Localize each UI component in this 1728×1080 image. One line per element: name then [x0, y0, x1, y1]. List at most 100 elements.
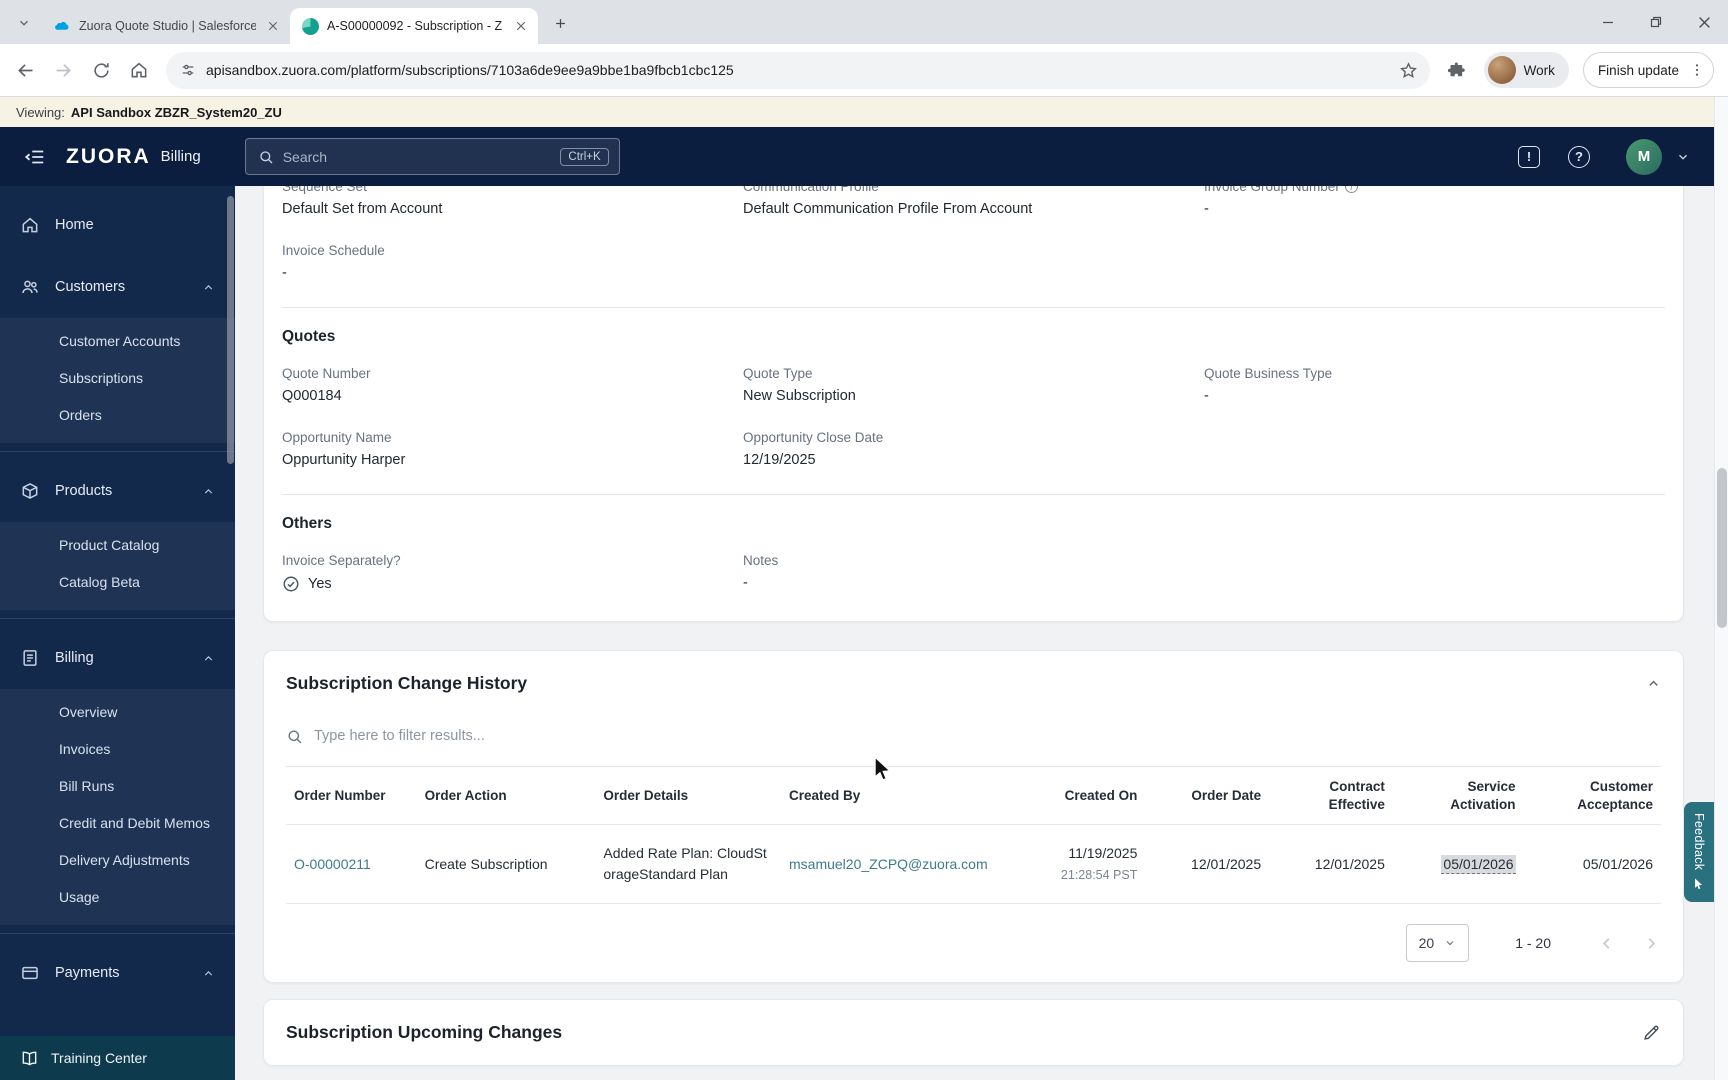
extensions-button[interactable] — [1440, 53, 1474, 87]
field-value: Default Set from Account — [282, 201, 443, 217]
field-label: Sequence Set — [282, 186, 367, 194]
finish-update-button[interactable]: Finish update — [1582, 52, 1714, 88]
sidebar-item-home[interactable]: Home — [0, 194, 235, 256]
sidebar-item-invoices[interactable]: Invoices — [0, 730, 235, 767]
tab-title: A-S00000092 - Subscription - Z — [327, 19, 503, 33]
main-content: Sequence Set Default Set from Account Co… — [235, 186, 1714, 1080]
banner-environment-name: API Sandbox ZBZR_System20_ZU — [70, 104, 282, 120]
previous-page-button[interactable] — [1597, 934, 1616, 953]
sidebar-divider — [0, 451, 235, 452]
zuora-logo[interactable]: ZUORA — [66, 145, 151, 169]
history-table: Order Number Order Action Order Details … — [286, 765, 1661, 905]
history-filter-input[interactable] — [314, 728, 1661, 744]
field-value: Yes — [308, 576, 332, 592]
bookmark-star-icon[interactable] — [1399, 61, 1418, 80]
kebab-menu-icon[interactable] — [1689, 62, 1705, 78]
environment-banner: Viewing: API Sandbox ZBZR_System20_ZU — [0, 97, 1714, 127]
help-icon[interactable]: ? — [1568, 145, 1590, 168]
menu-fold-icon — [24, 150, 44, 163]
column-header: Created On — [1021, 765, 1146, 826]
sidebar-item-usage[interactable]: Usage — [0, 878, 235, 915]
back-arrow-icon — [17, 63, 32, 77]
sidebar-item-products[interactable]: Products — [0, 460, 235, 522]
sidebar-item-overview[interactable]: Overview — [0, 693, 235, 730]
sidebar-group-billing: Overview Invoices Bill Runs Credit and D… — [0, 689, 235, 925]
home-button[interactable] — [122, 53, 156, 87]
sidebar-collapse-button[interactable] — [24, 146, 46, 168]
back-button[interactable] — [8, 53, 42, 87]
check-circle-icon — [283, 576, 299, 592]
column-header: Order Date — [1145, 765, 1270, 826]
sidebar-item-payments[interactable]: Payments — [0, 942, 235, 1004]
browser-tabstrip: Zuora Quote Studio | Salesforce A-S00000… — [0, 0, 1728, 44]
search-input[interactable] — [282, 148, 552, 165]
profile-menu-caret[interactable] — [1676, 150, 1690, 164]
info-icon[interactable]: i — [1344, 186, 1358, 193]
field-label: Communication Profile — [743, 186, 879, 194]
address-bar[interactable]: apisandbox.zuora.com/platform/subscripti… — [166, 51, 1430, 89]
page-scrollbar-thumb[interactable] — [1717, 468, 1727, 628]
forward-button[interactable] — [46, 53, 80, 87]
field-value: - — [1204, 388, 1209, 404]
order-number-link[interactable]: O-00000211 — [294, 856, 371, 872]
tab-search-button[interactable] — [10, 9, 38, 37]
tab-close-icon[interactable] — [264, 17, 282, 35]
browser-tab-salesforce[interactable]: Zuora Quote Studio | Salesforce — [42, 8, 290, 44]
sidebar-scrollbar[interactable] — [227, 196, 234, 464]
order-action-cell: Create Subscription — [416, 824, 596, 905]
chevron-right-icon — [1648, 937, 1656, 949]
chevron-up-icon — [202, 967, 215, 980]
new-tab-button[interactable] — [546, 9, 574, 37]
quotes-section-title: Quotes — [282, 328, 336, 345]
global-search[interactable]: Ctrl+K — [244, 138, 620, 175]
reload-button[interactable] — [84, 53, 118, 87]
edit-button[interactable] — [1642, 1023, 1661, 1042]
order-details-cell: Added Rate Plan: CloudStorageStandard Pl… — [595, 824, 781, 905]
sidebar-item-product-catalog[interactable]: Product Catalog — [0, 526, 235, 563]
release-notes-icon[interactable]: ! — [1518, 145, 1540, 168]
sidebar-item-delivery-adjustments[interactable]: Delivery Adjustments — [0, 841, 235, 878]
sidebar-item-label: Products — [55, 483, 113, 499]
sidebar-item-billing[interactable]: Billing — [0, 627, 235, 689]
browser-tab-zuora-active[interactable]: A-S00000092 - Subscription - Z — [290, 8, 538, 44]
sidebar-item-training-center[interactable]: Training Center — [0, 1036, 235, 1080]
field-invoice-separately: Invoice Separately? Yes — [282, 553, 743, 593]
column-header: Order Details — [595, 765, 781, 826]
subscription-change-history-card: Subscription Change History Type here to… — [263, 650, 1684, 984]
field-label: Quote Number — [282, 366, 371, 381]
sidebar-item-customers[interactable]: Customers — [0, 256, 235, 318]
window-restore-button[interactable] — [1632, 0, 1680, 44]
sidebar-item-bill-runs[interactable]: Bill Runs — [0, 767, 235, 804]
next-page-button[interactable] — [1642, 934, 1661, 953]
pagination-range: 1 - 20 — [1515, 935, 1551, 952]
tab-title: Zuora Quote Studio | Salesforce — [79, 19, 256, 33]
sidebar-item-credit-debit-memos[interactable]: Credit and Debit Memos — [0, 804, 235, 841]
history-filter — [286, 718, 1661, 754]
sidebar-item-orders[interactable]: Orders — [0, 396, 235, 433]
feedback-button[interactable]: Feedback — [1684, 802, 1714, 902]
field-value: - — [1204, 201, 1209, 217]
sidebar-item-customer-accounts[interactable]: Customer Accounts — [0, 322, 235, 359]
field-sequence-set: Sequence Set Default Set from Account — [282, 186, 743, 217]
window-close-button[interactable] — [1680, 0, 1728, 44]
created-by-link[interactable]: msamuel20_ZCPQ@zuora.com — [789, 856, 988, 872]
collapse-section-button[interactable] — [1646, 676, 1661, 691]
field-quote-type: Quote Type New Subscription — [743, 366, 1204, 404]
field-label: Opportunity Close Date — [743, 430, 884, 445]
sidebar: Home Customers Customer Accounts Subscri… — [0, 186, 235, 1080]
sidebar-item-label: Customers — [55, 279, 126, 295]
column-header: Order Action — [416, 765, 596, 826]
browser-toolbar: apisandbox.zuora.com/platform/subscripti… — [0, 44, 1728, 97]
sidebar-divider — [0, 933, 235, 934]
page-size-dropdown[interactable]: 20 — [1405, 924, 1470, 963]
page-size-value: 20 — [1418, 935, 1435, 952]
window-minimize-button[interactable] — [1584, 0, 1632, 44]
page-scrollbar-track[interactable] — [1714, 97, 1728, 1080]
sidebar-item-catalog-beta[interactable]: Catalog Beta — [0, 563, 235, 600]
highlighted-date: 05/01/2026 — [1441, 854, 1516, 874]
salesforce-cloud-icon — [55, 21, 69, 30]
sidebar-item-subscriptions[interactable]: Subscriptions — [0, 359, 235, 396]
tab-close-icon[interactable] — [512, 17, 530, 35]
user-avatar[interactable]: M — [1626, 138, 1662, 175]
browser-profile-chip[interactable]: Work — [1483, 52, 1569, 88]
